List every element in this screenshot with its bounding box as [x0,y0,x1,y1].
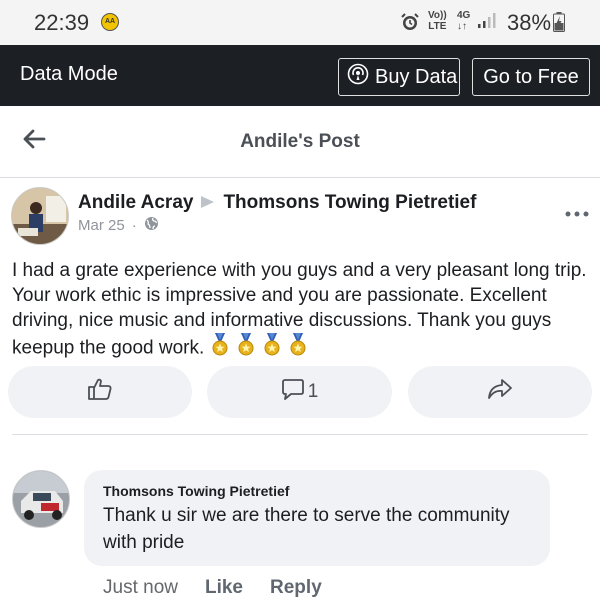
comment-like-button[interactable]: Like [205,577,243,599]
status-bar: 22:39 AA Vo)) LTE 4G ↓↑ 38% [0,0,600,45]
battery-percent: 38% [507,10,552,35]
signal-icon [478,13,496,34]
battery-charging-icon [553,12,565,37]
broadcast-icon [347,63,375,91]
volte-top-label: Vo)) [428,10,447,21]
medal-icon [262,333,282,364]
data-mode-title: Data Mode [20,63,118,85]
page-title: Andile's Post [240,131,360,152]
post-meta: Mar 25 · [78,216,159,235]
comment-reply-button[interactable]: Reply [270,577,322,599]
commenter-avatar[interactable] [12,470,70,528]
buy-data-button[interactable]: Buy Data [338,58,460,96]
go-to-free-button[interactable]: Go to Free [472,58,590,96]
thumbs-up-icon [87,377,113,407]
share-button[interactable] [408,366,592,418]
post-text: I had a grate experience with you guys a… [12,258,592,364]
medal-icon [236,333,256,364]
globe-icon [144,216,159,235]
volte-bottom-label: LTE [428,21,447,32]
meta-separator: · [131,217,137,234]
divider [12,434,588,435]
alarm-icon [400,12,420,37]
comment-time: Just now [103,577,178,598]
network-activity-label: ↓↑ [457,21,467,32]
comment-button[interactable]: 1 [207,366,392,418]
more-options-icon[interactable] [565,204,589,222]
share-arrow-icon [487,378,513,406]
medal-icon [210,333,230,364]
author-avatar[interactable] [11,187,69,245]
data-mode-bar: Data Mode Buy Data Go to Free [0,45,600,106]
comment-author[interactable]: Thomsons Towing Pietretief [103,483,289,499]
like-button[interactable] [8,366,192,418]
post-author-line: Andile Acray Thomsons Towing Pietretief [78,192,476,214]
medal-icon [288,333,308,364]
comment-bubble-icon [281,377,305,407]
post-date[interactable]: Mar 25 [78,217,125,234]
posted-to-arrow-icon [201,196,215,209]
comment-count: 1 [307,381,319,402]
comment-actions: Just now Like Reply [103,577,349,599]
comment-bubble: Thomsons Towing Pietretief Thank u sir w… [84,470,550,566]
network-indicator: 4G ↓↑ [457,10,470,32]
go-to-free-label: Go to Free [483,65,579,88]
volte-indicator: Vo)) LTE [428,10,447,32]
post-target-page[interactable]: Thomsons Towing Pietretief [223,192,476,213]
medal-emoji-group [204,333,308,359]
status-time: 22:39 [34,10,90,35]
network-type-label: 4G [457,10,471,21]
comment-text: Thank u sir we are there to serve the co… [103,505,510,553]
post-author-name[interactable]: Andile Acray [78,192,193,213]
page-header: Andile's Post [0,106,600,178]
buy-data-label: Buy Data [375,65,458,88]
aa-badge-icon: AA [101,13,119,31]
